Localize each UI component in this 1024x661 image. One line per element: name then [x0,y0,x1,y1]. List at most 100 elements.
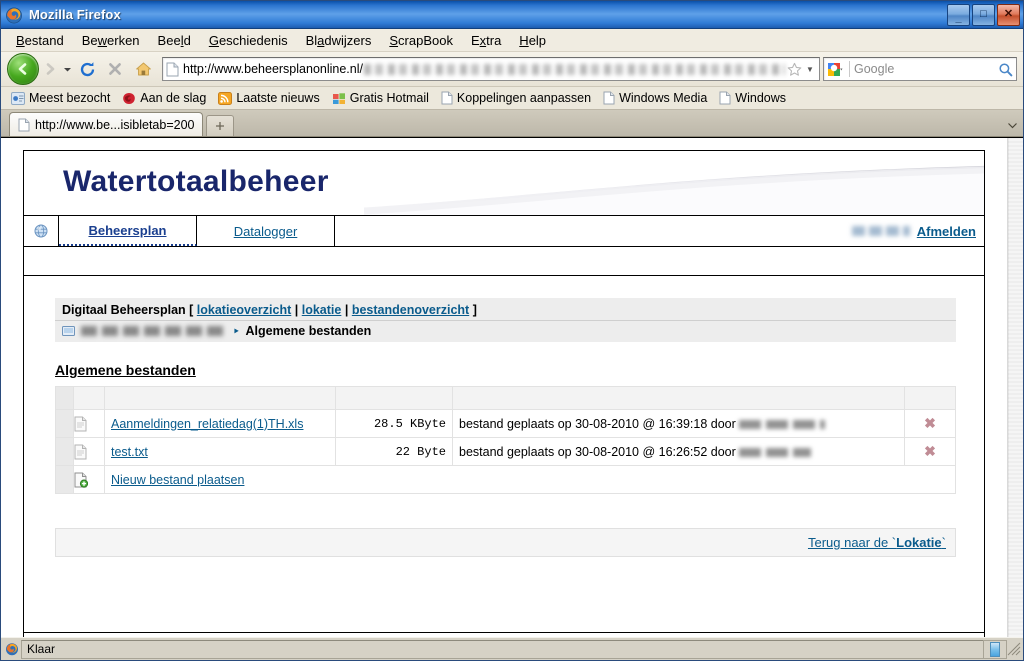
menu-item-extra[interactable]: Extra [462,31,510,50]
back-link-prefix: Terug naar de ` [807,535,897,550]
site-tab-datalogger[interactable]: Datalogger [197,216,335,246]
web-page: Watertotaalbeheer Beheersplan Datalogger… [1,138,1007,637]
row-gutter [55,465,74,494]
uploader-name-redacted [739,447,812,457]
bookmark-koppelingen-aanpassen[interactable]: Koppelingen aanpassen [435,91,597,105]
chevron-down-icon[interactable] [61,56,73,82]
add-file-cell: Nieuw bestand plaatsen [104,465,956,494]
file-name-link[interactable]: Aanmeldingen_relatiedag(1)TH.xls [111,417,303,431]
bookmark-label: Windows [735,91,787,105]
progress-bar [990,641,1000,657]
bookmark-aan-de-slag[interactable]: Aan de slag [116,91,212,105]
page-scrollbar[interactable] [1007,138,1023,637]
url-dropdown-icon[interactable]: ▼ [804,65,816,74]
window-title: Mozilla Firefox [29,7,121,22]
window-controls: _ □ ✕ [947,4,1020,26]
resize-grip-icon[interactable] [1007,642,1021,656]
delete-x-icon[interactable]: ✖ [924,443,936,459]
breadcrumb-open-bracket: [ [189,303,194,317]
tab-title: http://www.be...isibletab=200 [35,117,195,132]
file-size-cell: 22 Byte [335,437,453,466]
magnifier-icon[interactable] [998,62,1013,77]
hotmail-icon [332,92,346,105]
search-bar[interactable]: Google [823,57,1017,81]
file-size-cell: 28.5 KByte [335,409,453,438]
table-row: test.txt 22 Byte bestand geplaats op 30-… [55,437,956,466]
logged-in-user-redacted [851,226,910,236]
back-arrow-icon[interactable] [7,53,39,85]
bookmarks-toolbar: Meest bezocht Aan de slag Laatste nieuws… [1,87,1023,110]
url-text: http://www.beheersplanonline.nl/ [183,62,363,76]
site-tab-link[interactable]: Datalogger [234,224,298,239]
table-header-name [104,386,336,410]
path-arrow-icon: ‣ [233,325,240,338]
site-nav: Beheersplan Datalogger Afmelden [23,216,985,247]
url-redacted-path [363,63,785,75]
uploader-name-redacted [739,419,826,429]
home-icon[interactable] [130,56,156,82]
menu-item-scrapbook[interactable]: ScrapBook [380,31,462,50]
star-icon[interactable] [787,62,802,77]
menu-item-beeld[interactable]: Beeld [149,31,200,50]
tab-active[interactable]: http://www.be...isibletab=200 [9,112,204,136]
bookmark-windows[interactable]: Windows [713,91,792,105]
bookmark-laatste-nieuws[interactable]: Laatste nieuws [212,91,325,105]
breadcrumb-link-lokatieoverzicht[interactable]: lokatieoverzicht [197,303,291,317]
table-header-description [452,386,905,410]
add-file-link[interactable]: Nieuw bestand plaatsen [111,473,244,487]
table-header-row [55,386,956,410]
maximize-button[interactable]: □ [972,4,995,26]
url-bar[interactable]: http://www.beheersplanonline.nl/ ▼ [162,57,820,81]
search-divider [849,61,850,77]
most-visited-icon [11,91,25,105]
row-gutter [55,409,74,438]
search-input[interactable]: Google [854,62,998,76]
menu-item-bewerken[interactable]: Bewerken [73,31,149,50]
logout-link[interactable]: Afmelden [917,224,976,239]
navigation-toolbar: http://www.beheersplanonline.nl/ ▼ Googl… [1,52,1023,87]
menu-item-bladwijzers[interactable]: Bladwijzers [297,31,381,50]
file-delete-cell[interactable]: ✖ [904,437,956,466]
site-tab-beheersplan[interactable]: Beheersplan [59,216,197,246]
site-header: Watertotaalbeheer [23,150,985,216]
rss-feed-icon [218,91,233,105]
row-gutter [55,437,74,466]
breadcrumb: Digitaal Beheersplan [ lokatieoverzicht … [55,298,956,321]
page-icon [441,91,453,105]
back-link-bar: Terug naar de `Lokatie` [55,528,956,557]
breadcrumb-link-lokatie[interactable]: lokatie [302,303,342,317]
menu-item-geschiedenis[interactable]: Geschiedenis [200,31,297,50]
file-delete-cell[interactable]: ✖ [904,409,956,438]
google-icon[interactable] [827,62,843,77]
site-tab-link[interactable]: Beheersplan [88,223,166,238]
file-description-text: bestand geplaats op 30-08-2010 @ 16:26:5… [459,444,736,459]
back-to-location-link[interactable]: Terug naar de `Lokatie` [808,535,946,550]
bookmark-gratis-hotmail[interactable]: Gratis Hotmail [326,91,435,105]
close-icon: ✕ [1003,7,1014,20]
location-folder-icon [62,325,75,337]
table-header-delete [904,386,956,410]
table-gutter-cell [55,386,74,410]
bookmark-most-visited[interactable]: Meest bezocht [5,91,116,105]
menu-item-help[interactable]: Help [510,31,555,50]
menu-item-bestand[interactable]: Bestand [7,31,73,50]
breadcrumb-link-bestandenoverzicht[interactable]: bestandenoverzicht [352,303,469,317]
new-tab-button[interactable] [206,115,235,136]
file-name-link[interactable]: test.txt [111,445,148,459]
globe-icon [24,216,59,246]
location-name-redacted [81,326,227,336]
firefox-icon [5,6,23,24]
firefox-getting-started-icon [122,92,136,105]
menu-bar: Bestand Bewerken Beeld Geschiedenis Blad… [1,29,1023,52]
delete-x-icon[interactable]: ✖ [924,415,936,431]
back-link-target: Lokatie [896,535,942,550]
reload-icon[interactable] [74,56,100,82]
minimize-button[interactable]: _ [947,4,970,26]
bookmark-windows-media[interactable]: Windows Media [597,91,713,105]
site-nav-right: Afmelden [335,216,984,246]
list-all-tabs-icon[interactable] [1005,117,1019,133]
file-document-icon [73,437,105,466]
close-button[interactable]: ✕ [997,4,1020,26]
table-header-icon [73,386,105,410]
minimize-icon: _ [955,11,962,24]
